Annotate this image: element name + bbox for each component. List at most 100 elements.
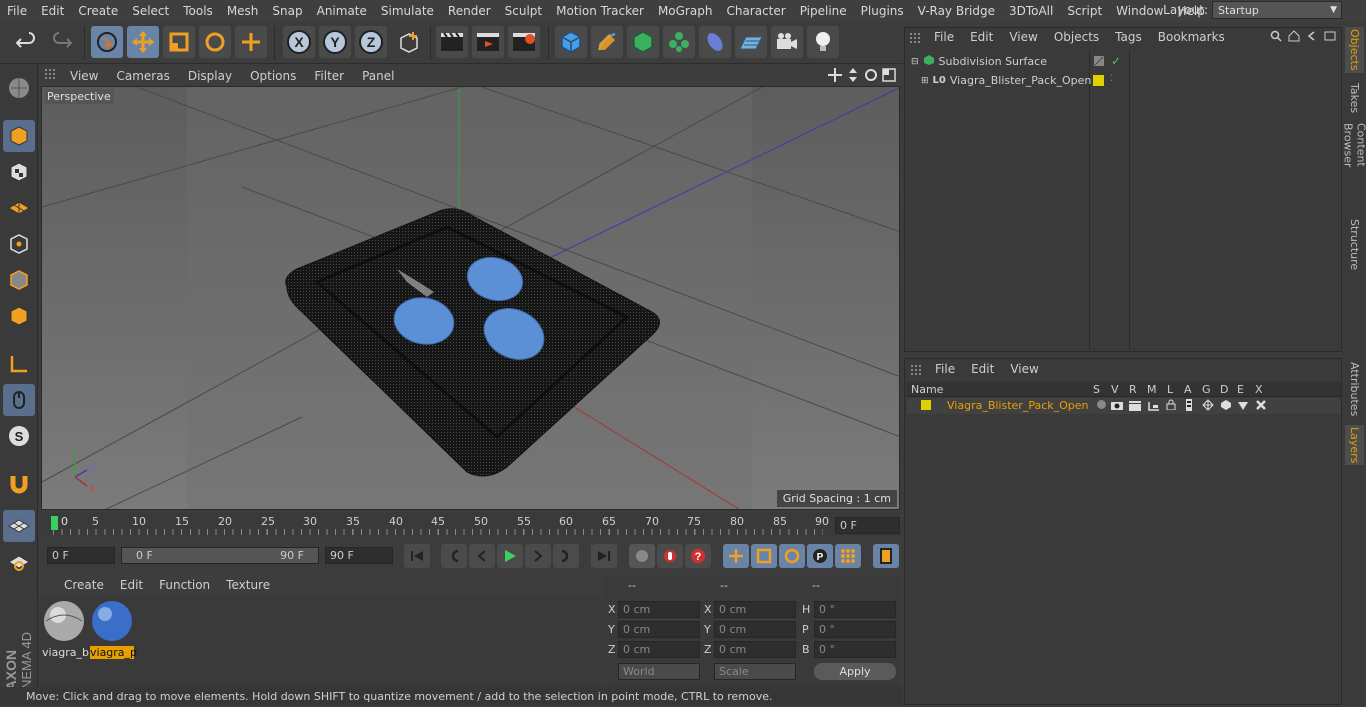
menu-motion-tracker[interactable]: Motion Tracker [549, 4, 651, 18]
magnet-icon[interactable] [3, 468, 35, 500]
rotation-p-field[interactable]: 0 ° [814, 621, 896, 638]
undo-icon[interactable] [10, 26, 42, 58]
viewport-menu-panel[interactable]: Panel [353, 69, 403, 83]
key-scale-icon[interactable] [751, 544, 777, 568]
object-menu-bookmarks[interactable]: Bookmarks [1150, 30, 1233, 44]
light-icon[interactable] [807, 26, 839, 58]
menu-plugins[interactable]: Plugins [854, 4, 911, 18]
column-expressions[interactable]: E [1237, 383, 1244, 396]
key-move-icon[interactable] [723, 544, 749, 568]
viewport-menu-display[interactable]: Display [179, 69, 241, 83]
solo-icon[interactable]: S [3, 420, 35, 452]
menu-script[interactable]: Script [1060, 4, 1109, 18]
position-x-field[interactable]: 0 cm [618, 601, 700, 618]
autokey-icon[interactable] [657, 544, 683, 568]
object-menu-file[interactable]: File [926, 30, 962, 44]
back-icon[interactable] [1306, 30, 1318, 45]
timeline-window-icon[interactable] [873, 544, 899, 568]
tab-content-browser[interactable]: Content Browser [1342, 123, 1366, 213]
eye-icon[interactable] [1111, 400, 1123, 414]
render-settings-icon[interactable] [508, 26, 540, 58]
material-menu-texture[interactable]: Texture [218, 578, 278, 592]
menu-sculpt[interactable]: Sculpt [498, 4, 549, 18]
snap-settings-icon[interactable] [3, 546, 35, 578]
layout-select[interactable]: Startup ▼ [1212, 1, 1342, 19]
texture-mode-icon[interactable] [3, 156, 35, 188]
snap-grid-icon[interactable] [3, 510, 35, 542]
tab-layers[interactable]: Layers [1345, 425, 1364, 465]
xref-icon[interactable] [1255, 399, 1267, 414]
model-mode-icon[interactable] [3, 120, 35, 152]
start-frame-field[interactable]: 0 F [47, 547, 115, 564]
tab-objects[interactable]: Objects [1345, 27, 1364, 73]
key-pla-icon[interactable] [835, 544, 861, 568]
menu-edit[interactable]: Edit [34, 4, 71, 18]
menu-file[interactable]: File [0, 4, 34, 18]
key-param-icon[interactable]: P [807, 544, 833, 568]
viewport-menu-cameras[interactable]: Cameras [107, 69, 178, 83]
orbit-icon[interactable] [864, 68, 878, 85]
lock-icon[interactable] [1166, 399, 1176, 413]
maximize-icon[interactable] [882, 68, 896, 85]
menu-mograph[interactable]: MoGraph [651, 4, 720, 18]
column-visible[interactable]: V [1111, 383, 1119, 396]
next-key-icon[interactable] [553, 544, 579, 568]
points-mode-icon[interactable] [3, 228, 35, 260]
tab-attributes[interactable]: Attributes [1345, 359, 1364, 419]
x-axis-icon[interactable]: X [283, 26, 315, 58]
menu-tools[interactable]: Tools [176, 4, 220, 18]
previous-frame-icon[interactable] [469, 544, 495, 568]
pan-icon[interactable] [828, 68, 842, 85]
subdivision-tag-icon[interactable] [1093, 55, 1105, 70]
menu-vray-bridge[interactable]: V-Ray Bridge [911, 4, 1002, 18]
rotate-icon[interactable] [199, 26, 231, 58]
z-axis-icon[interactable]: Z [355, 26, 387, 58]
column-name[interactable]: Name [911, 383, 943, 396]
end-frame-field[interactable]: 90 F [325, 547, 393, 564]
apply-button[interactable]: Apply [814, 663, 896, 680]
axis-mode-icon[interactable] [3, 348, 35, 380]
subdivision-icon[interactable] [627, 26, 659, 58]
workplane-icon[interactable] [3, 192, 35, 224]
world-coord-icon[interactable] [393, 26, 425, 58]
viewport-menu-view[interactable]: View [61, 69, 107, 83]
tab-structure[interactable]: Structure [1345, 219, 1364, 271]
object-menu-objects[interactable]: Objects [1046, 30, 1107, 44]
cube-icon[interactable] [555, 26, 587, 58]
solo-dot-icon[interactable] [1097, 400, 1106, 409]
menu-animate[interactable]: Animate [310, 4, 374, 18]
column-manager[interactable]: M [1147, 383, 1157, 396]
go-to-start-icon[interactable] [404, 544, 430, 568]
coord-transform-select[interactable]: Scale [714, 663, 796, 680]
size-z-field[interactable]: 0 cm [714, 641, 796, 658]
render-picture-queue-icon[interactable] [472, 26, 504, 58]
layer-color-swatch[interactable] [1093, 75, 1104, 86]
deformer-icon[interactable] [699, 26, 731, 58]
expand-icon[interactable]: ⊞ [921, 76, 929, 86]
column-render[interactable]: R [1129, 383, 1137, 396]
live-selection-icon[interactable] [91, 26, 123, 58]
layer-menu-file[interactable]: File [927, 362, 963, 376]
size-x-field[interactable]: 0 cm [714, 601, 796, 618]
rotation-b-field[interactable]: 0 ° [814, 641, 896, 658]
menu-3dtoall[interactable]: 3DToAll [1002, 4, 1060, 18]
perspective-viewport[interactable]: Y Z X Perspective Grid Spacing : 1 cm [41, 86, 900, 510]
manager-icon[interactable] [1148, 400, 1160, 414]
current-frame-field[interactable]: 0 F [835, 517, 900, 534]
edges-mode-icon[interactable] [3, 264, 35, 296]
column-animation[interactable]: A [1184, 383, 1192, 396]
menu-window[interactable]: Window [1109, 4, 1170, 18]
object-row-subdivision[interactable]: ⊟ Subdivision Surface [911, 54, 1047, 69]
object-menu-view[interactable]: View [1001, 30, 1045, 44]
polygons-mode-icon[interactable] [3, 300, 35, 332]
go-to-end-icon[interactable] [591, 544, 617, 568]
layer-color-swatch[interactable] [921, 400, 931, 410]
next-frame-icon[interactable] [525, 544, 551, 568]
position-y-field[interactable]: 0 cm [618, 621, 700, 638]
previous-key-icon[interactable] [441, 544, 467, 568]
check-icon[interactable]: ✓ [1111, 54, 1121, 68]
animation-icon[interactable] [1185, 399, 1193, 414]
object-menu-edit[interactable]: Edit [962, 30, 1001, 44]
deformer-layer-icon[interactable] [1220, 399, 1232, 414]
tweak-mode-icon[interactable] [3, 384, 35, 416]
